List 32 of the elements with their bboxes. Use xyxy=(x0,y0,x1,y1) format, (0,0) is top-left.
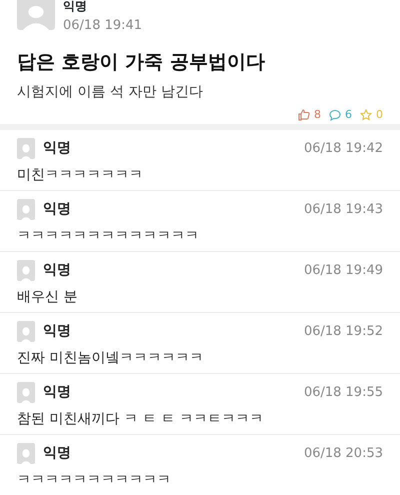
commenter-name: 익명 xyxy=(43,444,71,463)
commenter-name: 익명 xyxy=(43,261,71,280)
comment-time: 06/18 19:55 xyxy=(304,384,383,402)
commenter-name: 익명 xyxy=(43,139,71,158)
comment-time: 06/18 19:43 xyxy=(304,200,383,219)
comment-text: 진짜 미친놈이넼ㅋㅋㅋㅋㅋㅋ xyxy=(17,349,204,368)
post-time: 06/18 19:41 xyxy=(63,17,142,35)
commenter-name: 익명 xyxy=(43,383,71,402)
post-title: 답은 호랑이 가죽 공부법이다 xyxy=(17,50,266,74)
comment-text: ㅋㅋㅋㅋㅋㅋㅋㅋㅋㅋㅋ xyxy=(17,471,172,490)
avatar-icon xyxy=(17,260,35,281)
post-body: 시험지에 이름 석 자만 남긴다 xyxy=(17,83,204,102)
avatar-icon xyxy=(17,382,35,403)
comment-count: 6 xyxy=(345,107,352,123)
avatar-icon xyxy=(17,443,35,464)
comment-text: 미친ㅋㅋㅋㅋㅋㅋㅋ xyxy=(17,166,144,185)
like-count: 8 xyxy=(314,107,321,123)
comment-text: ㅋㅋㅋㅋㅋㅋㅋㅋㅋㅋㅋㅋㅋ xyxy=(17,227,200,246)
commenter-name: 익명 xyxy=(43,322,71,341)
author-name: 익명 xyxy=(63,0,88,12)
comment-time: 06/18 19:42 xyxy=(304,140,383,158)
scrap-count: 0 xyxy=(376,107,383,123)
comment-text: 배우신 분 xyxy=(17,288,78,307)
comment-time: 06/18 19:52 xyxy=(304,322,383,341)
commenter-name: 익명 xyxy=(43,200,71,219)
avatar-icon xyxy=(17,0,55,30)
avatar-icon xyxy=(17,199,35,220)
comment-text: 참된 미친새끼다 ㅋ ㅌ ㅌ ㅋㅋㅌㅋㅋㅋ xyxy=(17,410,264,429)
comment-time: 06/18 19:49 xyxy=(304,262,383,280)
avatar-icon xyxy=(17,138,35,159)
avatar-icon xyxy=(17,321,35,342)
comment-time: 06/18 20:53 xyxy=(304,444,383,463)
